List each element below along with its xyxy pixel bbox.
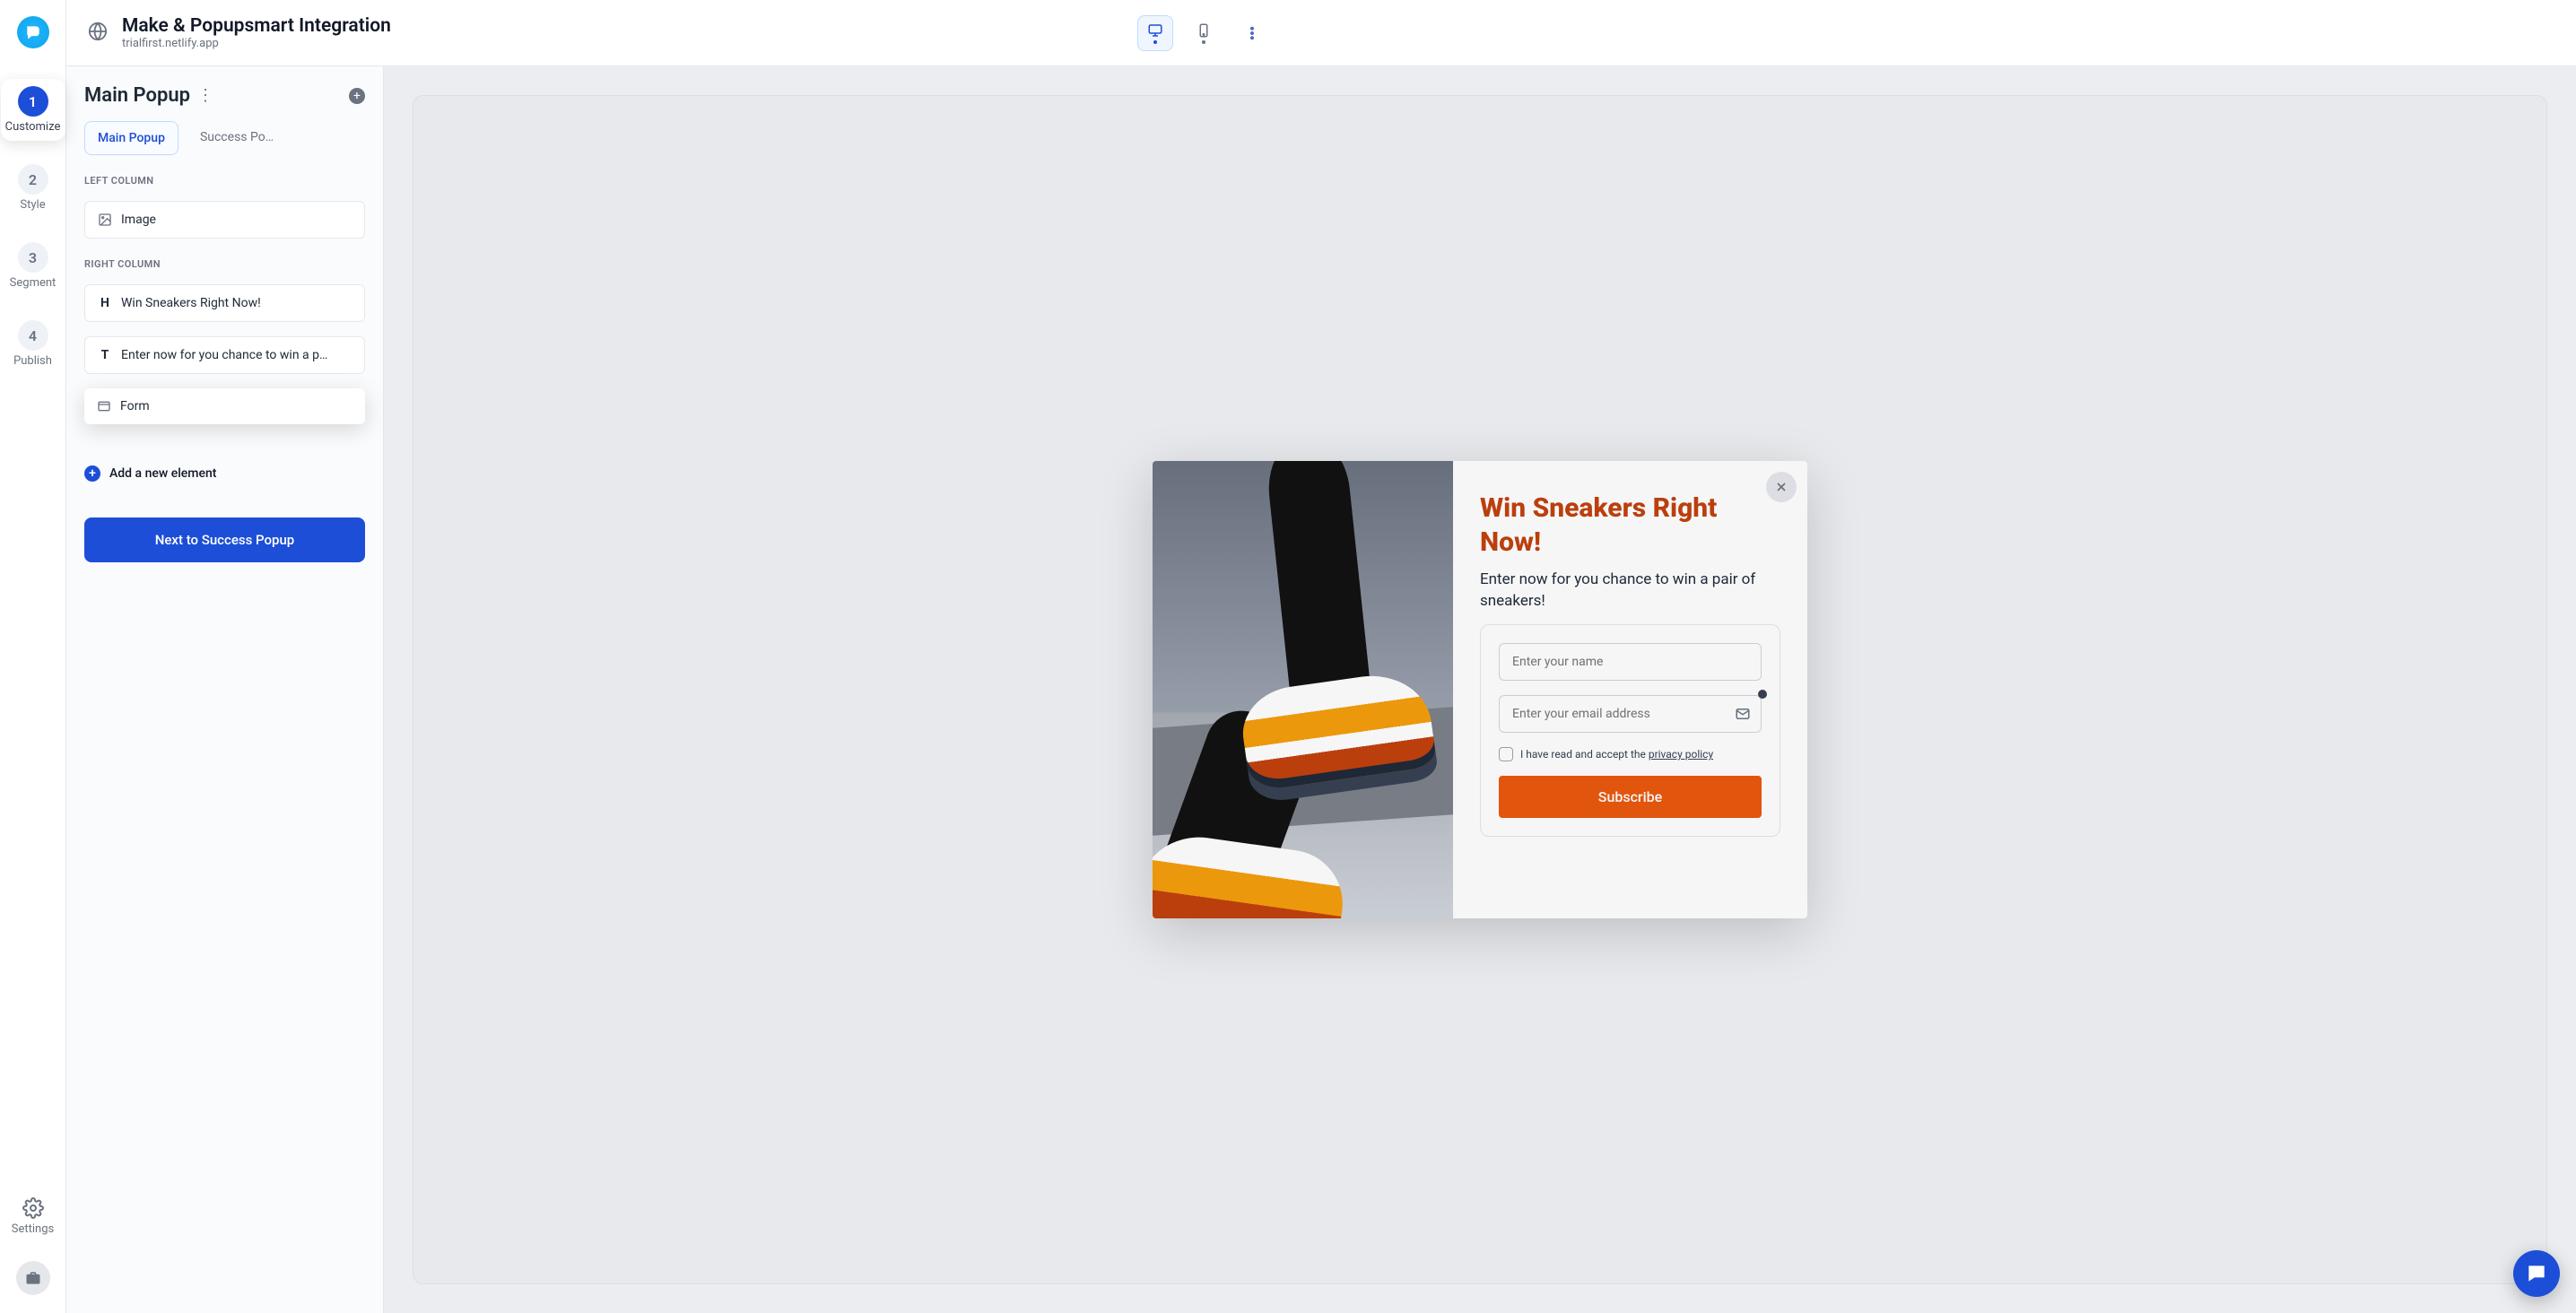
workspace-button[interactable] xyxy=(16,1261,50,1295)
active-dot-icon xyxy=(1153,40,1157,44)
section-right-label: RIGHT COLUMN xyxy=(84,258,365,270)
consent-checkbox[interactable] xyxy=(1499,747,1513,761)
page-title: Make & Popupsmart Integration xyxy=(122,15,391,37)
chat-button[interactable] xyxy=(2513,1250,2560,1297)
subscribe-button[interactable]: Subscribe xyxy=(1499,776,1762,818)
step-label: Publish xyxy=(13,354,52,368)
step-number: 2 xyxy=(18,164,48,195)
element-label: Image xyxy=(121,213,156,227)
add-element-label: Add a new element xyxy=(109,466,216,481)
privacy-link[interactable]: privacy policy xyxy=(1649,748,1713,761)
preview-canvas-wrap: Win Sneakers Right Now! Enter now for yo… xyxy=(384,66,2576,1313)
panel-menu-button[interactable]: ⋮ xyxy=(197,86,213,105)
consent-prefix: I have read and accept the xyxy=(1520,748,1649,761)
customize-panel: Main Popup ⋮ + Main Popup Success Po… LE… xyxy=(66,66,384,1313)
consent-text: I have read and accept the privacy polic… xyxy=(1520,748,1713,761)
email-input[interactable] xyxy=(1499,695,1762,733)
step-label: Style xyxy=(20,198,45,212)
element-label: Form xyxy=(120,399,150,413)
page-subtitle: trialfirst.netlify.app xyxy=(122,37,391,50)
step-segment[interactable]: 3 Segment xyxy=(1,235,65,297)
next-button[interactable]: Next to Success Popup xyxy=(84,517,365,562)
settings-button[interactable]: Settings xyxy=(12,1197,54,1236)
popup-subheading: Enter now for you chance to win a pair o… xyxy=(1480,570,1780,613)
globe-icon[interactable] xyxy=(88,22,108,45)
brand-logo[interactable] xyxy=(17,16,49,48)
step-number: 3 xyxy=(18,242,48,273)
active-dot-icon xyxy=(1202,40,1205,44)
popup-image xyxy=(1153,461,1453,918)
element-label: Win Sneakers Right Now! xyxy=(121,296,261,310)
device-mobile-button[interactable] xyxy=(1186,15,1222,51)
tab-main-popup[interactable]: Main Popup xyxy=(84,121,178,155)
app-header: Make & Popupsmart Integration trialfirst… xyxy=(66,0,2576,66)
element-image[interactable]: Image xyxy=(84,201,365,239)
consent-row: I have read and accept the privacy polic… xyxy=(1499,747,1762,761)
element-text[interactable]: T Enter now for you chance to win a p… xyxy=(84,336,365,374)
preview-canvas: Win Sneakers Right Now! Enter now for yo… xyxy=(413,95,2547,1284)
form-icon xyxy=(97,399,111,413)
heading-icon: H xyxy=(98,296,112,310)
add-element-button[interactable]: + Add a new element xyxy=(84,465,365,482)
device-desktop-button[interactable] xyxy=(1137,15,1173,51)
panel-title: Main Popup xyxy=(84,84,190,107)
step-publish[interactable]: 4 Publish xyxy=(1,313,65,375)
element-form[interactable]: Form xyxy=(84,388,365,424)
step-label: Segment xyxy=(10,276,57,290)
step-number: 4 xyxy=(18,320,48,351)
mail-icon xyxy=(1735,706,1751,722)
name-input[interactable] xyxy=(1499,643,1762,681)
more-menu-button[interactable] xyxy=(1234,15,1270,51)
step-style[interactable]: 2 Style xyxy=(1,157,65,219)
image-icon xyxy=(98,213,112,227)
plus-icon: + xyxy=(84,465,100,482)
steps-sidebar: 1 Customize 2 Style 3 Segment 4 Publish … xyxy=(0,0,66,1313)
popup-heading: Win Sneakers Right Now! xyxy=(1480,491,1780,561)
section-left-label: LEFT COLUMN xyxy=(84,175,365,187)
panel-tabs: Main Popup Success Po… xyxy=(84,121,365,155)
step-customize[interactable]: 1 Customize xyxy=(1,79,65,141)
step-label: Customize xyxy=(5,120,61,134)
text-icon: T xyxy=(98,348,112,362)
popup-form: I have read and accept the privacy polic… xyxy=(1480,624,1780,837)
required-indicator-icon xyxy=(1758,690,1767,699)
tab-success-popup[interactable]: Success Po… xyxy=(187,121,286,155)
step-number: 1 xyxy=(18,86,48,117)
panel-add-button[interactable]: + xyxy=(349,88,365,104)
element-heading[interactable]: H Win Sneakers Right Now! xyxy=(84,284,365,322)
settings-label: Settings xyxy=(12,1222,54,1236)
popup-close-button[interactable] xyxy=(1766,472,1797,502)
element-label: Enter now for you chance to win a p… xyxy=(121,348,327,362)
popup-preview: Win Sneakers Right Now! Enter now for yo… xyxy=(1153,461,1807,918)
